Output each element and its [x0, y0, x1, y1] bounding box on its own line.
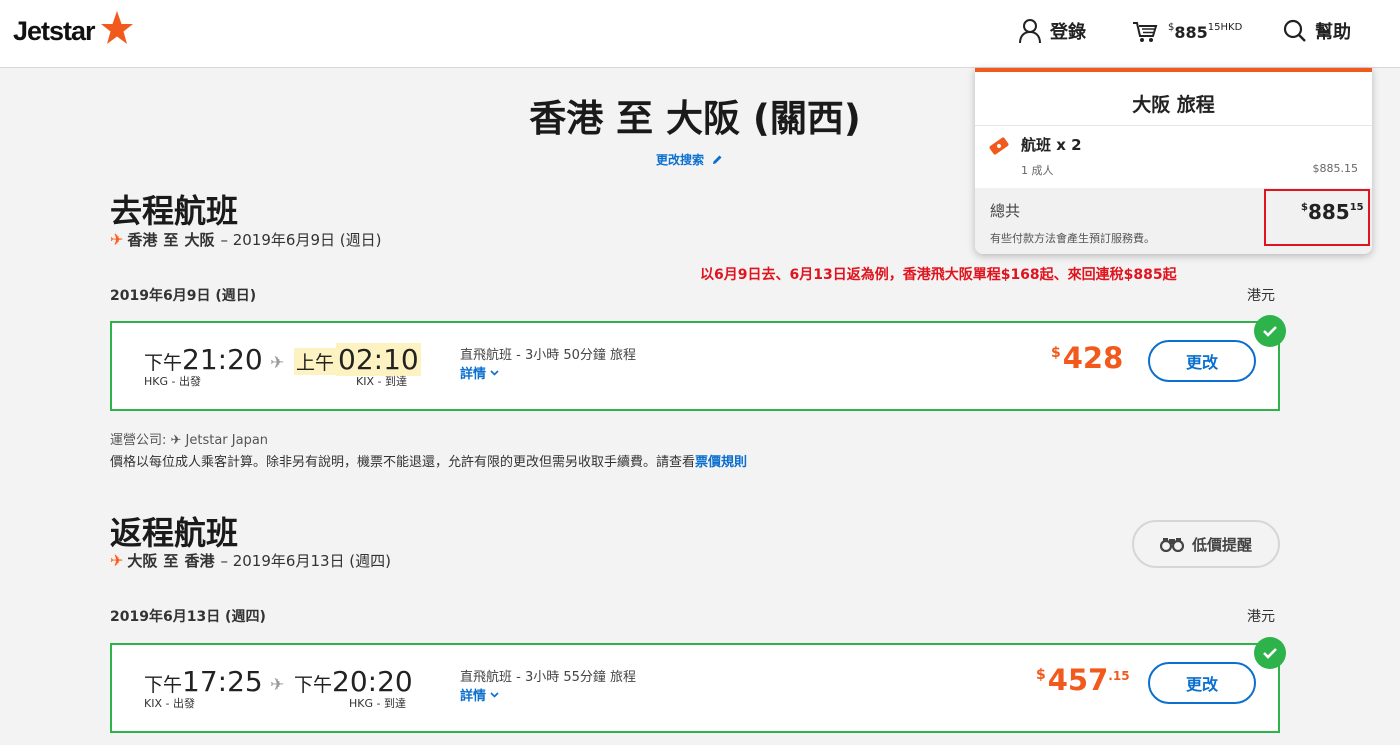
login-button[interactable]: 登錄 [1018, 18, 1086, 44]
edit-search-label: 更改搜索 [656, 153, 705, 167]
price-alert-label: 低價提醒 [1191, 535, 1252, 554]
change-button[interactable]: 更改 [1148, 340, 1256, 382]
selected-check-icon [1254, 315, 1286, 347]
outbound-route: ✈ 香港 至 大阪 – 2019年6月9日 (週日) [110, 229, 381, 250]
flight-price: $ 457 .15 [1036, 663, 1130, 697]
passenger-count: 1 成人 [1021, 164, 1054, 177]
divider [975, 125, 1372, 126]
flight-price: $ 428 [1051, 341, 1123, 375]
selected-check-icon [1254, 637, 1286, 669]
price-cents: .15 [1108, 669, 1130, 683]
cart-currency: HKD [1220, 21, 1243, 33]
fee-note: 有些付款方法會產生預訂服務費。 [990, 232, 1155, 245]
arr-prefix: 下午 [294, 674, 333, 696]
user-icon [1019, 19, 1041, 44]
dep-prefix: 下午 [144, 352, 183, 374]
arr-time: 02:10 [336, 343, 421, 376]
change-button[interactable]: 更改 [1148, 662, 1256, 704]
chevron-down-icon [490, 691, 499, 698]
route-from: 香港 [127, 231, 158, 249]
dep-prefix: 下午 [144, 674, 183, 696]
price-alert-button[interactable]: 低價提醒 [1132, 520, 1280, 568]
fare-note: 價格以每位成人乘客計算。除非另有說明，機票不能退還，允許有限的更改但需另收取手續… [110, 451, 747, 470]
route-to-word: 至 [163, 552, 179, 570]
cart-amount: 885 [1174, 22, 1208, 42]
return-date: 2019年6月13日 (週四) [110, 609, 266, 625]
route-from: 大阪 [127, 552, 158, 570]
cart-total: $ 885 15 HKD [1168, 21, 1243, 42]
route-date: – 2019年6月13日 (週四) [220, 552, 391, 570]
dep-airport: HKG - 出發 [144, 375, 201, 388]
plane-icon: ✈ [110, 230, 124, 249]
help-button[interactable]: 幫助 [1283, 18, 1351, 44]
cart-cents: 15 [1207, 21, 1221, 33]
return-flight-card[interactable]: 下午 17:25 KIX - 出發 ✈ 下午 20:20 HKG - 到達 直飛… [110, 643, 1280, 733]
outbound-flight-card[interactable]: 下午 21:20 HKG - 出發 ✈ 上午 02:10 KIX - 到達 直飛… [110, 321, 1280, 411]
dep-time: 17:25 [182, 665, 263, 698]
route-to: 大阪 [184, 231, 215, 249]
route-to-word: 至 [163, 231, 179, 249]
cart-icon [1133, 22, 1158, 42]
flight-info: 直飛航班 - 3小時 50分鐘 旅程 [460, 348, 637, 363]
operator-info: 運營公司: ✈ Jetstar Japan [110, 433, 269, 448]
star-icon [100, 11, 133, 44]
dep-airport: KIX - 出發 [144, 697, 195, 710]
price-symbol: $ [1051, 345, 1061, 361]
promo-annotation: 以6月9日去、6月13日返為例，香港飛大阪單程$168起、來回連稅$885起 [700, 267, 1177, 283]
route-to: 香港 [184, 552, 215, 570]
price-symbol: $ [1036, 667, 1046, 683]
total-cents: 15 [1349, 202, 1364, 213]
flight-info: 直飛航班 - 3小時 55分鐘 旅程 [460, 670, 637, 685]
departure-time: 下午 17:25 [144, 665, 263, 698]
outbound-heading: 去程航班 [110, 192, 239, 230]
pencil-icon [713, 155, 722, 164]
total-value: 885 [1307, 200, 1350, 224]
plane-icon: ✈ [270, 353, 285, 373]
logo-text: Jetstar [13, 15, 96, 46]
passenger-price: $885.15 [1312, 162, 1359, 175]
arr-airport: HKG - 到達 [349, 697, 406, 710]
route-date: – 2019年6月9日 (週日) [220, 231, 382, 249]
arr-prefix: 上午 [294, 348, 337, 375]
dep-time: 21:20 [182, 343, 263, 376]
details-link[interactable]: 詳情 [460, 363, 499, 382]
help-label: 幫助 [1315, 22, 1351, 43]
search-icon [1283, 19, 1306, 42]
total-amount: $ 885 15 [1301, 200, 1364, 224]
arrival-time: 下午 20:20 [294, 665, 413, 698]
fare-rules-link[interactable]: 票價規則 [695, 455, 747, 470]
plane-icon: ✈ [270, 675, 285, 695]
binoculars-icon [1159, 538, 1184, 552]
price-amount: 457 [1047, 663, 1109, 697]
return-currency: 港元 [1247, 609, 1275, 625]
chevron-down-icon [490, 369, 499, 376]
details-label: 詳情 [460, 367, 487, 382]
jetstar-logo[interactable]: Jetstar [13, 11, 133, 48]
total-symbol: $ [1301, 202, 1308, 213]
departure-time: 下午 21:20 [144, 343, 263, 376]
details-link[interactable]: 詳情 [460, 685, 499, 704]
cart-dropdown: 大阪 旅程 航班 x 2 1 成人 $885.15 總共 有些付款方法會產生預訂… [975, 68, 1372, 254]
details-label: 詳情 [460, 689, 487, 704]
outbound-currency: 港元 [1247, 288, 1275, 304]
site-header: Jetstar 登錄 $ 885 15 HKD 幫助 [0, 0, 1400, 68]
price-amount: 428 [1062, 341, 1124, 375]
arrival-time: 上午 02:10 [294, 343, 421, 376]
edit-search-link[interactable]: 更改搜索 [656, 151, 723, 168]
arr-time: 20:20 [332, 665, 413, 698]
return-route: ✈ 大阪 至 香港 – 2019年6月13日 (週四) [110, 550, 391, 571]
arr-airport: KIX - 到達 [356, 375, 407, 388]
cart-button[interactable]: $ 885 15 HKD [1132, 20, 1242, 44]
flights-count: 航班 x 2 [1021, 136, 1082, 154]
trip-title: 大阪 旅程 [1132, 94, 1215, 116]
login-label: 登錄 [1050, 22, 1086, 43]
return-heading: 返程航班 [110, 514, 239, 552]
outbound-date: 2019年6月9日 (週日) [110, 288, 257, 304]
total-label: 總共 [990, 202, 1021, 220]
ticket-icon [989, 137, 1009, 155]
plane-icon: ✈ [110, 551, 124, 570]
fare-note-text: 價格以每位成人乘客計算。除非另有說明，機票不能退還，允許有限的更改但需另收取手續… [110, 455, 696, 470]
